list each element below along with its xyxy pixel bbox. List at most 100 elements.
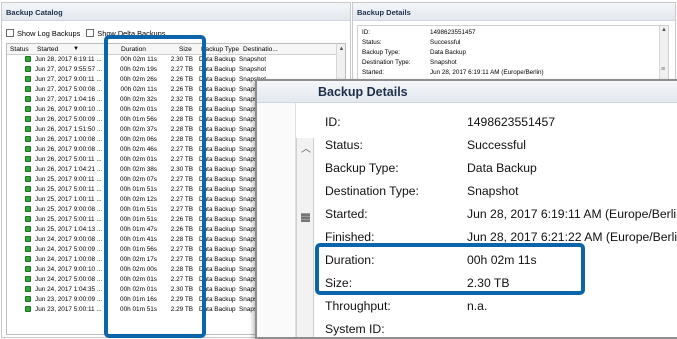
- scroll-up-icon[interactable]: ▲: [338, 45, 345, 53]
- cell-started: Jun 25, 2017 5:00:11 ...: [35, 216, 102, 223]
- detail-label: Backup Type:: [362, 49, 401, 56]
- show-log-backups-checkbox[interactable]: Show Log Backups: [6, 29, 80, 38]
- status-success-icon: [25, 226, 31, 232]
- status-success-icon: [25, 216, 31, 222]
- cell-started: Jun 23, 2017 9:00:09 ...: [35, 296, 103, 303]
- show-log-backups-label: Show Log Backups: [17, 28, 81, 38]
- detail-label: Status:: [362, 39, 382, 46]
- cell-started: Jun 24, 2017 5:00:08 ...: [35, 276, 103, 283]
- highlight-duration-size: [315, 243, 585, 295]
- zoom-label-status: Status:: [325, 138, 363, 152]
- sort-desc-icon: ▼: [73, 46, 79, 52]
- status-success-icon: [25, 296, 31, 302]
- cell-started: Jun 25, 2017 1:00:11 ...: [35, 196, 102, 203]
- cell-started: Jun 28, 2017 6:19:11 ...: [35, 56, 102, 63]
- zoom-label-system-id: System ID:: [325, 322, 385, 336]
- zoom-value-started: Jun 28, 2017 6:19:11 AM (Europe/Berlin): [467, 207, 677, 221]
- status-success-icon: [25, 96, 31, 102]
- details-title: Backup Details: [353, 3, 675, 21]
- column-header-started[interactable]: Started: [37, 46, 58, 53]
- zoom-details-title: Backup Details: [257, 81, 677, 103]
- cell-started: Jun 24, 2017 1:00:08 ...: [35, 256, 103, 263]
- cell-started: Jun 25, 2017 1:04:13 ...: [35, 226, 103, 233]
- status-success-icon: [25, 116, 31, 122]
- cell-started: Jun 27, 2017 1:04:16 ...: [35, 96, 103, 103]
- column-header-destination[interactable]: Destinatio...: [243, 46, 278, 53]
- cell-started: Jun 26, 2017 9:00:08 ...: [35, 146, 103, 153]
- cell-destination: Snapshot: [239, 56, 267, 63]
- cell-started: Jun 26, 2017 9:00:10 ...: [35, 106, 103, 113]
- zoom-label-throughput: Throughput:: [325, 299, 391, 313]
- status-success-icon: [25, 266, 31, 272]
- status-success-icon: [25, 86, 31, 92]
- highlight-duration-size-columns: [104, 35, 206, 338]
- status-success-icon: [25, 186, 31, 192]
- detail-value: Successful: [430, 39, 461, 46]
- detail-label: Started:: [362, 69, 385, 76]
- scroll-grip-icon[interactable]: ▬ ▬ ▬: [301, 209, 310, 224]
- status-success-icon: [25, 166, 31, 172]
- status-success-icon: [25, 156, 31, 162]
- checkbox-box[interactable]: [6, 29, 14, 37]
- cell-started: Jun 24, 2017 9:00:08 ...: [35, 236, 103, 243]
- zoom-label-backup-type: Backup Type:: [325, 161, 399, 175]
- status-success-icon: [25, 236, 31, 242]
- detail-value: 1498623551457: [430, 29, 476, 36]
- status-success-icon: [25, 196, 31, 202]
- detail-label: ID:: [362, 29, 371, 36]
- zoom-label-id: ID:: [325, 115, 341, 129]
- status-success-icon: [25, 66, 31, 72]
- column-header-backup-type[interactable]: Backup Type: [201, 46, 239, 53]
- scroll-up-icon[interactable]: ︿: [301, 140, 311, 155]
- cell-started: Jun 24, 2017 1:04:35 ...: [35, 286, 103, 293]
- status-success-icon: [25, 106, 31, 112]
- cell-started: Jun 27, 2017 5:00:08 ...: [35, 86, 103, 93]
- status-success-icon: [25, 256, 31, 262]
- status-success-icon: [25, 126, 31, 132]
- zoom-value-id: 1498623551457: [467, 115, 556, 129]
- column-header-status[interactable]: Status: [10, 46, 29, 53]
- status-success-icon: [25, 76, 31, 82]
- cell-started: Jun 23, 2017 5:00:11 ...: [35, 306, 102, 313]
- zoom-label-destination-type: Destination Type:: [325, 184, 419, 198]
- scroll-up-icon[interactable]: ▲: [661, 27, 667, 33]
- cell-started: Jun 26, 2017 5:00:09 ...: [35, 116, 103, 123]
- zoom-left-strip: [257, 103, 296, 337]
- status-success-icon: [25, 56, 31, 62]
- zoom-value-status: Successful: [467, 138, 526, 152]
- zoom-label-started: Started:: [325, 207, 368, 221]
- detail-label: Destination Type:: [362, 59, 411, 66]
- cell-started: Jun 26, 2017 1:51:50 ...: [35, 126, 103, 133]
- cell-started: Jun 25, 2017 9:00:11 ...: [35, 176, 102, 183]
- zoom-value-throughput: n.a.: [467, 299, 488, 313]
- cell-started: Jun 27, 2017 9:00:11 ...: [35, 76, 102, 83]
- zoom-label-finished: Finished:: [325, 230, 375, 244]
- backup-details-zoom: Backup Details ︿ ▬ ▬ ▬ ID: 1498623551457 S…: [255, 79, 677, 339]
- status-success-icon: [25, 206, 31, 212]
- cell-started: Jun 24, 2017 9:00:10 ...: [35, 266, 103, 273]
- status-success-icon: [25, 136, 31, 142]
- cell-started: Jun 26, 2017 1:04:21 ...: [35, 166, 103, 173]
- cell-started: Jun 25, 2017 5:00:11 ...: [35, 186, 102, 193]
- cell-started: Jun 27, 2017 9:55:57 ...: [35, 66, 103, 73]
- zoom-value-finished: Jun 28, 2017 6:21:22 AM (Europe/Berlin): [467, 230, 677, 244]
- status-success-icon: [25, 146, 31, 152]
- status-success-icon: [25, 246, 31, 252]
- cell-started: Jun 24, 2017 5:00:09 ...: [35, 246, 103, 253]
- status-success-icon: [25, 276, 31, 282]
- cell-started: Jun 25, 2017 9:00:08 ...: [35, 206, 103, 213]
- detail-value: Jun 28, 2017 6:19:11 AM (Europe/Berlin): [430, 69, 544, 76]
- status-success-icon: [25, 306, 31, 312]
- checkbox-box[interactable]: [86, 29, 95, 37]
- scroll-grip-icon[interactable]: ≡: [661, 66, 665, 73]
- detail-value: Snapshot: [430, 59, 457, 66]
- detail-value: Data Backup: [430, 49, 467, 56]
- cell-started: Jun 26, 2017 1:00:08 ...: [35, 136, 103, 143]
- status-success-icon: [25, 176, 31, 182]
- cell-started: Jun 26, 2017 5:00:11 ...: [35, 156, 102, 163]
- zoom-value-destination-type: Snapshot: [467, 184, 519, 198]
- zoom-details-scrollbar[interactable]: ︿ ▬ ▬ ▬: [296, 138, 314, 337]
- catalog-title: Backup Catalog: [2, 3, 350, 21]
- cell-destination: Snapshot: [239, 66, 267, 73]
- status-success-icon: [25, 286, 31, 292]
